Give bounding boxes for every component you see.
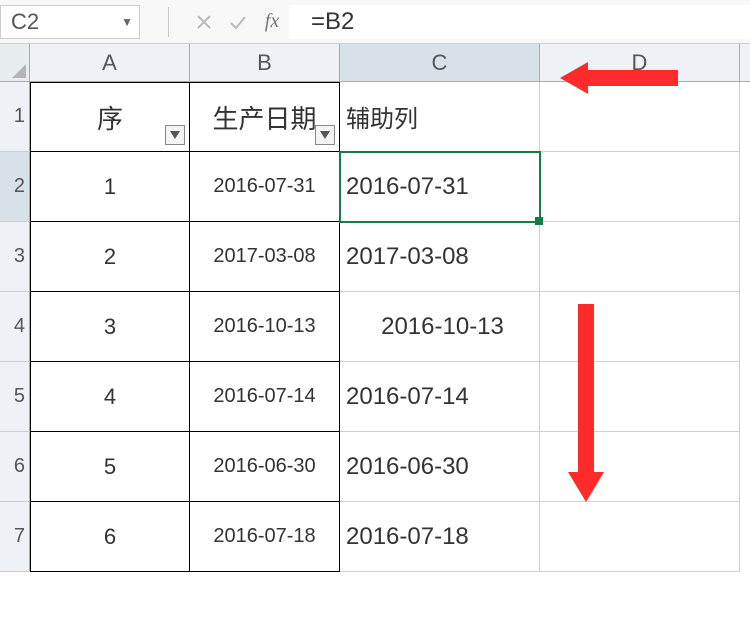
row-header-2[interactable]: 2 xyxy=(0,152,30,222)
cell-C4[interactable]: 2016-10-13 xyxy=(340,292,540,362)
cell-C1[interactable]: 辅助列 xyxy=(340,82,540,152)
cell-A2[interactable]: 1 xyxy=(30,152,190,222)
insert-function-button[interactable]: fx xyxy=(255,7,289,37)
column-header-A[interactable]: A xyxy=(30,44,190,81)
cell-B4[interactable]: 2016-10-13 xyxy=(190,292,340,362)
cell-A1[interactable]: 序 xyxy=(30,82,190,152)
cell-B2[interactable]: 2016-07-31 xyxy=(190,152,340,222)
confirm-button[interactable] xyxy=(221,7,255,37)
table-row: 5 4 2016-07-14 2016-07-14 xyxy=(0,362,750,432)
cell-B1[interactable]: 生产日期 xyxy=(190,82,340,152)
column-header-B[interactable]: B xyxy=(190,44,340,81)
fill-handle[interactable] xyxy=(535,217,543,225)
cell-C7[interactable]: 2016-07-18 xyxy=(340,502,540,572)
annotation-arrow-left-icon xyxy=(560,56,680,100)
row-header-5[interactable]: 5 xyxy=(0,362,30,432)
header-C: 辅助列 xyxy=(346,99,418,134)
fx-label: fx xyxy=(265,10,279,33)
cell-D2[interactable] xyxy=(540,152,740,222)
cell-D7[interactable] xyxy=(540,502,740,572)
row-header-6[interactable]: 6 xyxy=(0,432,30,502)
column-header-C[interactable]: C xyxy=(340,44,540,81)
chevron-down-icon xyxy=(320,131,330,139)
cell-C5[interactable]: 2016-07-14 xyxy=(340,362,540,432)
cell-B7[interactable]: 2016-07-18 xyxy=(190,502,340,572)
select-all-corner[interactable] xyxy=(0,44,30,81)
cell-A4[interactable]: 3 xyxy=(30,292,190,362)
table-row: 2 1 2016-07-31 2016-07-31 xyxy=(0,152,750,222)
chevron-down-icon xyxy=(170,131,180,139)
rows: 1 序 生产日期 辅助列 2 1 2016-07-31 xyxy=(0,82,750,572)
cell-A7[interactable]: 6 xyxy=(30,502,190,572)
annotation-arrow-down-icon xyxy=(564,304,608,504)
header-A: 序 xyxy=(97,99,123,136)
cell-C2[interactable]: 2016-07-31 xyxy=(340,152,540,222)
cell-B5[interactable]: 2016-07-14 xyxy=(190,362,340,432)
cell-C3[interactable]: 2017-03-08 xyxy=(340,222,540,292)
row-header-7[interactable]: 7 xyxy=(0,502,30,572)
formula-input[interactable]: =B2 xyxy=(289,5,750,39)
table-row: 3 2 2017-03-08 2017-03-08 xyxy=(0,222,750,292)
name-box-value: C2 xyxy=(11,9,39,35)
cancel-button[interactable] xyxy=(187,7,221,37)
formula-bar: C2 ▼ fx =B2 xyxy=(0,0,750,44)
table-row: 7 6 2016-07-18 2016-07-18 xyxy=(0,502,750,572)
cell-C6[interactable]: 2016-06-30 xyxy=(340,432,540,502)
cell-A6[interactable]: 5 xyxy=(30,432,190,502)
row-header-1[interactable]: 1 xyxy=(0,82,30,152)
cell-A5[interactable]: 4 xyxy=(30,362,190,432)
chevron-down-icon: ▼ xyxy=(121,15,133,29)
close-icon xyxy=(194,12,214,32)
row-header-3[interactable]: 3 xyxy=(0,222,30,292)
table-row: 6 5 2016-06-30 2016-06-30 xyxy=(0,432,750,502)
formula-value: =B2 xyxy=(311,8,354,36)
cell-B3[interactable]: 2017-03-08 xyxy=(190,222,340,292)
row-header-4[interactable]: 4 xyxy=(0,292,30,362)
spreadsheet-grid: A B C D 1 序 生产日期 辅助列 xyxy=(0,44,750,572)
name-box[interactable]: C2 ▼ xyxy=(0,5,140,39)
filter-button-A[interactable] xyxy=(165,125,185,145)
separator xyxy=(168,7,169,37)
cell-D3[interactable] xyxy=(540,222,740,292)
cell-A3[interactable]: 2 xyxy=(30,222,190,292)
table-row: 4 3 2016-10-13 2016-10-13 xyxy=(0,292,750,362)
header-B: 生产日期 xyxy=(212,99,316,136)
check-icon xyxy=(228,12,248,32)
filter-button-B[interactable] xyxy=(315,125,335,145)
cell-B6[interactable]: 2016-06-30 xyxy=(190,432,340,502)
